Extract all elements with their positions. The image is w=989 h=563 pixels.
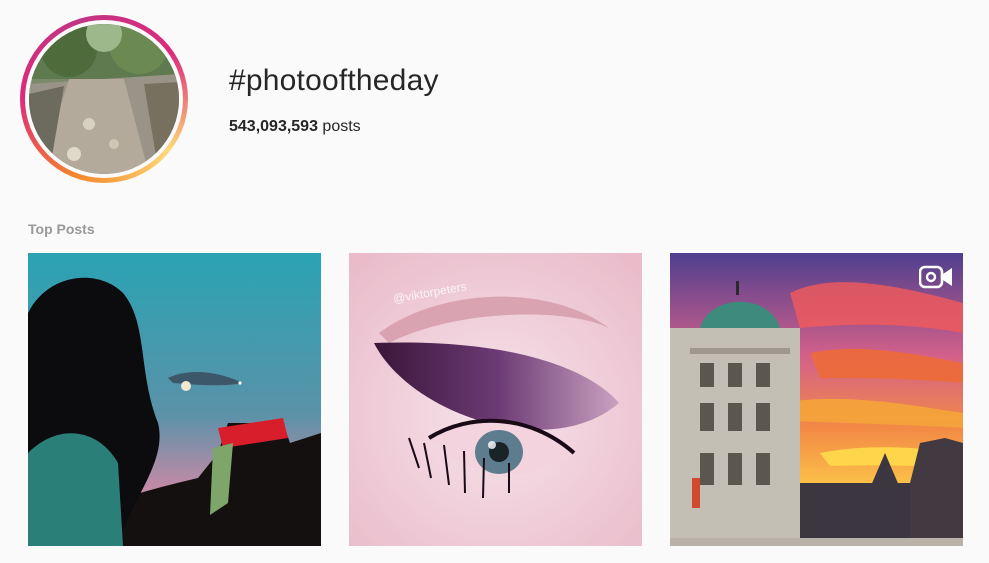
post-count: 543,093,593 posts: [229, 118, 361, 136]
post-1-image: [28, 253, 321, 546]
video-camera-icon: [919, 265, 952, 289]
post-tile-3[interactable]: [670, 253, 963, 546]
post-tile-1[interactable]: [28, 253, 321, 546]
post-tile-2[interactable]: @viktorpeters: [349, 253, 642, 546]
hashtag-avatar: [20, 15, 188, 183]
post-count-number: 543,093,593: [229, 118, 318, 135]
hashtag-title: #photooftheday: [229, 64, 439, 97]
post-3-image: [670, 253, 963, 546]
top-posts-heading: Top Posts: [28, 221, 95, 237]
post-count-suffix: posts: [317, 118, 361, 135]
avatar-image: [29, 24, 179, 174]
post-2-image: @viktorpeters: [349, 253, 642, 546]
